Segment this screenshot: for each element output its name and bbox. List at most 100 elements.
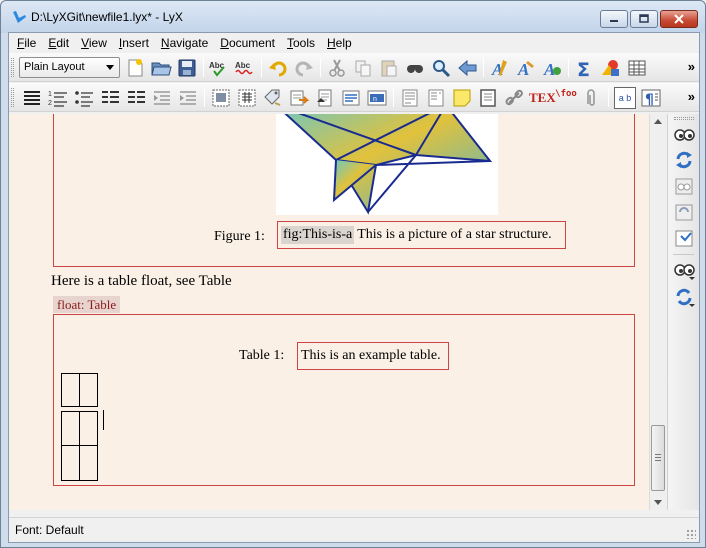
table-cell[interactable] [61,445,80,481]
undo-icon[interactable] [267,57,289,79]
insert-box-icon[interactable] [477,87,499,109]
save-icon[interactable] [176,57,198,79]
client-area: File Edit View Insert Navigate Document … [8,32,700,543]
menu-help[interactable]: Help [321,34,358,52]
float-table-tag[interactable]: float: Table [53,296,121,313]
insert-margin-note-icon[interactable] [425,87,447,109]
table-cell[interactable] [79,411,98,446]
thumb-grip-icon [655,454,661,461]
scroll-up-icon[interactable] [654,119,662,124]
table-cell[interactable] [61,373,80,407]
text-cursor [103,410,104,430]
cut-icon[interactable] [326,57,348,79]
depth-decrease-icon[interactable] [151,87,173,109]
table-cell[interactable] [79,445,98,481]
view-other-icon[interactable] [673,259,695,281]
update-master-icon[interactable] [673,201,695,223]
menu-file[interactable]: File [11,34,42,52]
update-icon[interactable] [673,149,695,171]
table-cell[interactable] [61,411,80,446]
navigate-back-icon[interactable] [456,57,478,79]
toolbar-separator [568,58,569,77]
scrollbar-thumb[interactable] [651,425,665,491]
insert-footnote-icon[interactable] [399,87,421,109]
find-replace-icon[interactable] [404,57,426,79]
figure-label-inset[interactable]: fig:This-is-a [281,226,355,244]
insert-index-icon[interactable] [340,87,362,109]
redo-icon[interactable] [293,57,315,79]
menu-edit[interactable]: Edit [42,34,75,52]
insert-table-float-icon[interactable] [236,87,258,109]
maximize-icon [631,11,657,27]
search-icon[interactable] [430,57,452,79]
text-style-icon[interactable]: A [489,57,511,79]
table-caption-text[interactable]: This is an example table. [301,348,441,364]
paragraph-layout-select[interactable]: Plain Layout [19,57,120,78]
resize-grip-icon[interactable] [686,529,696,539]
enumerate-icon[interactable]: 12 [47,87,69,109]
itemize-icon[interactable] [21,87,43,109]
figure-caption-text[interactable]: This is a picture of a star structure. [357,227,551,243]
menu-document[interactable]: Document [214,34,281,52]
toolbar-grip[interactable] [674,117,694,120]
insert-cross-reference-ab-icon[interactable]: a b [614,87,636,109]
insert-figure-float-icon[interactable] [210,87,232,109]
title-bar[interactable]: D:\LyXGit\newfile1.lyx* - LyX [1,1,705,33]
math-icon[interactable]: Σ [574,57,596,79]
star-image-svg [284,114,493,215]
insert-cross-reference-icon[interactable] [288,87,310,109]
description-icon[interactable] [73,87,95,109]
copy-icon[interactable] [352,57,374,79]
emphasis-icon[interactable]: A [515,57,537,79]
list-outdent-icon[interactable] [125,87,147,109]
insert-nomenclature-icon[interactable]: n [366,87,388,109]
insert-label-icon[interactable] [262,87,284,109]
font-change-icon[interactable]: A [541,57,563,79]
spellcheck-icon[interactable]: Abc [208,57,230,79]
figure-caption-inset[interactable]: fig:This-is-a This is a picture of a sta… [277,221,566,249]
minimize-button[interactable] [600,10,628,28]
table-cell[interactable] [79,373,98,407]
export-icon[interactable] [673,227,695,249]
body-paragraph[interactable]: Here is a table float, see Table [51,273,232,290]
depth-increase-icon[interactable] [177,87,199,109]
paste-icon[interactable] [378,57,400,79]
list-indent-icon[interactable] [99,87,121,109]
table-float-inset[interactable]: Table 1: This is an example table. [53,314,635,486]
update-other-icon[interactable] [673,286,695,308]
view-master-icon[interactable] [673,175,695,197]
close-button[interactable] [660,10,698,28]
toolbar-grip[interactable] [11,58,14,77]
status-bar: Font: Default [9,517,699,542]
new-document-icon[interactable] [124,57,146,79]
scroll-down-icon[interactable] [654,500,662,505]
menu-insert[interactable]: Insert [113,34,155,52]
open-folder-icon[interactable] [150,57,172,79]
paragraph-settings-icon[interactable]: ¶ [640,87,662,109]
menu-view[interactable]: View [75,34,113,52]
menu-navigate[interactable]: Navigate [155,34,214,52]
spellcheck-continuous-icon[interactable]: Abc [234,57,256,79]
table-caption-inset[interactable]: This is an example table. [297,342,449,370]
maximize-button[interactable] [630,10,658,28]
insert-hyperlink-icon[interactable] [503,87,525,109]
document-area[interactable]: Figure 1: fig:This-is-a This is a pictur… [9,114,649,510]
figure-number-label: Figure 1: [214,229,265,244]
insert-graphics-icon[interactable] [600,57,622,79]
view-update-toolbar [667,114,699,510]
toolbar-overflow-button[interactable]: » [688,59,695,74]
insert-file-icon[interactable] [581,87,603,109]
vertical-scrollbar[interactable] [649,114,666,510]
insert-note-icon[interactable] [451,87,473,109]
toolbar-grip[interactable] [11,88,14,107]
toolbar-overflow-button[interactable]: » [688,89,695,104]
star-structure-graphic[interactable] [276,114,498,215]
menu-tools[interactable]: Tools [281,34,321,52]
insert-table-icon[interactable] [626,57,648,79]
figure-float-inset[interactable]: Figure 1: fig:This-is-a This is a pictur… [53,114,635,267]
insert-macro-icon[interactable]: \foo [555,87,577,109]
insert-tex-code-icon[interactable]: TEX [529,87,556,109]
view-icon[interactable] [673,123,695,145]
insert-citation-icon[interactable] [314,87,336,109]
svg-text:2: 2 [48,100,52,107]
